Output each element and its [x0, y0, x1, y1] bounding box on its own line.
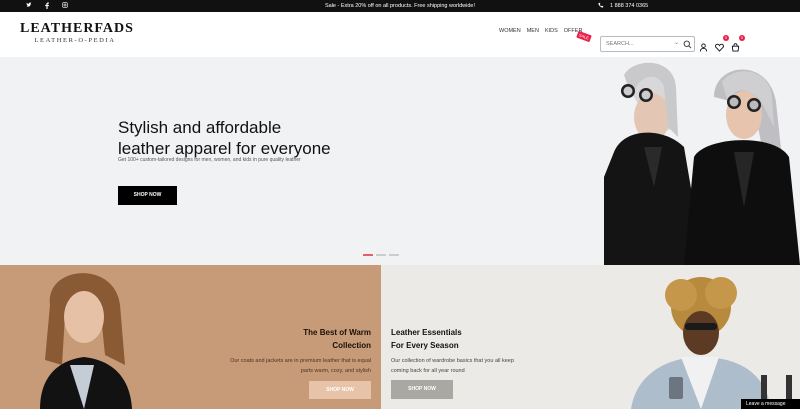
essentials-shop-now-button[interactable]: SHOP NOW — [391, 380, 453, 399]
cart-icon[interactable]: 0 — [731, 35, 745, 52]
leave-message-chat-button[interactable]: Leave a message — [741, 399, 800, 409]
hero-title: Stylish and affordable leather apparel f… — [118, 117, 398, 159]
hero-title-line2: leather apparel for everyone — [118, 139, 331, 158]
hero-models-image — [604, 62, 800, 265]
search-icon[interactable] — [683, 40, 692, 49]
search-input[interactable]: SEARCH... — [606, 41, 634, 47]
essentials-description: Our collection of wardrobe basics that y… — [391, 356, 561, 376]
essentials-desc-line2: coming back for all year round — [391, 368, 465, 374]
warm-title-line2: Collection — [332, 341, 371, 350]
warm-collection-promo: The Best of Warm Collection Our coats an… — [0, 265, 381, 409]
hero-shop-now-button[interactable]: SHOP NOW — [118, 186, 177, 205]
logo-wordmark: LEATHERFADS — [20, 21, 134, 36]
warm-collection-title: The Best of Warm Collection — [231, 326, 371, 352]
warm-collection-model-image — [40, 273, 132, 409]
essentials-title: Leather Essentials For Every Season — [391, 326, 531, 352]
warm-shop-now-button[interactable]: SHOP NOW — [309, 381, 371, 399]
carousel-dot-active[interactable] — [363, 254, 373, 256]
announcement-bar: Sale - Extra 20% off on all products. Fr… — [0, 0, 800, 12]
phone-contact[interactable]: 1 888 374 0365 — [598, 2, 648, 10]
carousel-dot[interactable] — [376, 254, 386, 256]
phone-icon — [598, 2, 604, 10]
nav-kids[interactable]: KIDS — [545, 28, 558, 34]
warm-desc-line2: parts warm, cozy, and stylish — [300, 368, 371, 374]
wishlist-icon[interactable]: 0 — [715, 35, 729, 52]
warm-collection-description: Our coats and jackets are in premium lea… — [191, 356, 371, 376]
header-actions: 0 0 — [699, 35, 745, 52]
essentials-promo: Leather Essentials For Every Season Our … — [381, 265, 800, 409]
essentials-model-image — [631, 277, 792, 409]
wishlist-count-badge: 0 — [723, 35, 729, 41]
warm-desc-line1: Our coats and jackets are in premium lea… — [230, 358, 371, 364]
essentials-desc-line1: Our collection of wardrobe basics that y… — [391, 358, 514, 364]
carousel-dots — [363, 254, 399, 256]
site-header: LEATHERFADS LEATHER-O-PEDIA WOMEN MEN KI… — [0, 12, 800, 57]
hero-banner: Stylish and affordable leather apparel f… — [0, 57, 800, 265]
essentials-title-line2: For Every Season — [391, 341, 459, 350]
cart-count-badge: 0 — [739, 35, 745, 41]
account-icon[interactable] — [699, 39, 708, 52]
hero-title-line1: Stylish and affordable — [118, 118, 282, 137]
warm-title-line1: The Best of Warm — [303, 328, 371, 337]
logo-tagline: LEATHER-O-PEDIA — [34, 37, 116, 44]
nav-men[interactable]: MEN — [527, 28, 539, 34]
chevron-down-icon[interactable]: ⌄ — [674, 39, 679, 46]
promo-text: Sale - Extra 20% off on all products. Fr… — [324, 3, 475, 9]
nav-women[interactable]: WOMEN — [499, 28, 521, 34]
essentials-title-line1: Leather Essentials — [391, 328, 462, 337]
main-nav: WOMEN MEN KIDS OFFER — [499, 28, 582, 34]
sale-tag-badge: SALE — [576, 30, 592, 43]
hero-subtitle: Get 100+ custom-tailored designs for men… — [118, 157, 301, 163]
search-box[interactable]: SEARCH... ⌄ — [600, 36, 695, 52]
carousel-dot[interactable] — [389, 254, 399, 256]
phone-number: 1 888 374 0365 — [610, 3, 649, 9]
site-logo[interactable]: LEATHERFADS LEATHER-O-PEDIA — [20, 21, 134, 44]
